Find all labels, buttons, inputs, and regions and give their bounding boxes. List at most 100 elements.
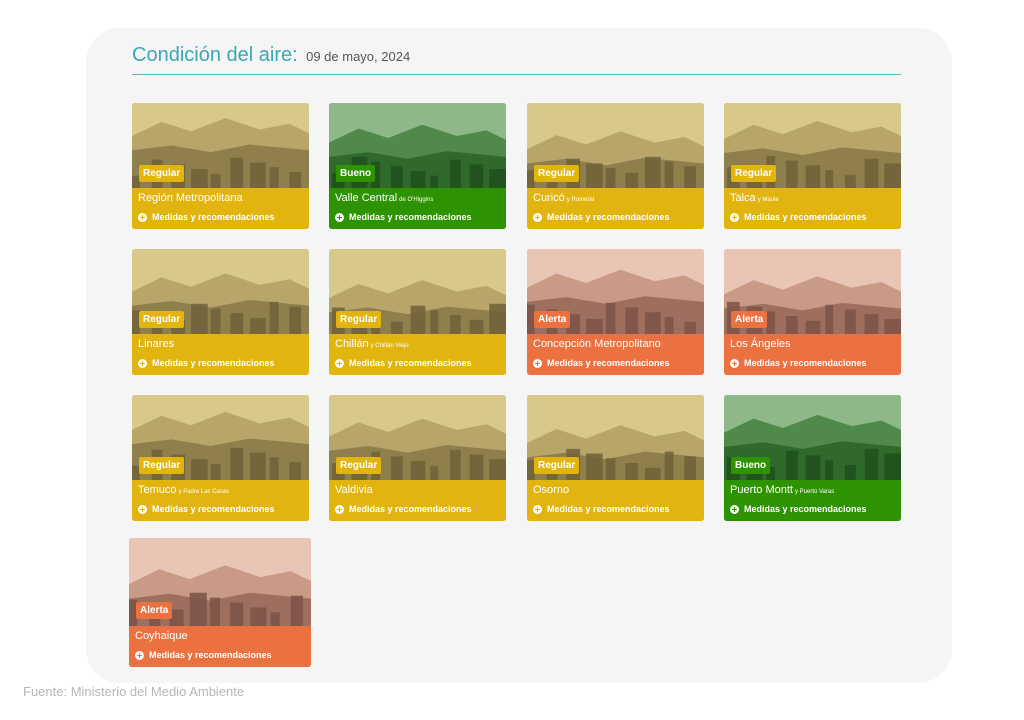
recommendations-link-text: Medidas y recomendaciones — [547, 358, 670, 368]
recommendations-link[interactable]: Medidas y recomendaciones — [138, 212, 275, 222]
recommendations-link-text: Medidas y recomendaciones — [744, 358, 867, 368]
city-name-text: Curicó — [533, 192, 565, 204]
city-card-osorno[interactable]: Regular Osorno Medidas y recomendaciones — [527, 395, 704, 521]
status-badge: Alerta — [136, 602, 173, 619]
status-badge: Alerta — [731, 311, 768, 328]
recommendations-link[interactable]: Medidas y recomendaciones — [138, 504, 275, 514]
plus-circle-icon — [533, 212, 542, 222]
recommendations-link[interactable]: Medidas y recomendaciones — [730, 212, 867, 222]
city-card-puerto-montt[interactable]: Bueno Puerto Montt y Puerto Varas Medidas y… — [724, 395, 901, 521]
plus-circle-icon — [335, 212, 344, 222]
recommendations-link-text: Medidas y recomendaciones — [152, 504, 275, 514]
recommendations-link[interactable]: Medidas y recomendaciones — [533, 504, 670, 514]
plus-circle-icon — [730, 212, 739, 222]
card-footer: Concepción Metropolitano Medidas y recome… — [527, 334, 704, 375]
status-badge: Regular — [139, 165, 185, 182]
city-card-curico[interactable]: Regular Curicó y Romeral Medidas y recomend… — [527, 103, 704, 229]
plus-circle-icon — [533, 358, 542, 368]
city-name-text: Temuco — [138, 484, 177, 496]
city-name: Región Metropolitana — [138, 192, 243, 204]
card-footer: Chillán y Chillán Viejo Medidas y recomend… — [329, 334, 506, 375]
city-name: Curicó y Romeral — [533, 192, 594, 204]
recommendations-link-text: Medidas y recomendaciones — [349, 504, 472, 514]
city-card-valle-central[interactable]: Bueno Valle Central de O'Higgins Medidas y … — [329, 103, 506, 229]
recommendations-link[interactable]: Medidas y recomendaciones — [138, 358, 275, 368]
recommendations-link[interactable]: Medidas y recomendaciones — [335, 504, 472, 514]
city-name: Los Ángeles — [730, 338, 791, 350]
city-name: Coyhaique — [135, 630, 188, 642]
page-title-date: 09 de mayo, 2024 — [306, 49, 411, 64]
recommendations-link-text: Medidas y recomendaciones — [349, 358, 472, 368]
recommendations-link[interactable]: Medidas y recomendaciones — [533, 212, 670, 222]
status-badge: Regular — [139, 457, 185, 474]
city-card-los-angeles[interactable]: Alerta Los Ángeles Medidas y recomendacion… — [724, 249, 901, 375]
city-name-text: Concepción Metropolitano — [533, 338, 661, 350]
card-footer: Osorno Medidas y recomendaciones — [527, 480, 704, 521]
recommendations-link[interactable]: Medidas y recomendaciones — [335, 212, 472, 222]
city-name-text: Linares — [138, 338, 175, 350]
city-card-talca[interactable]: Regular Talca y Maule Medidas y recomendaci… — [724, 103, 901, 229]
page-title: Condición del aire: 09 de mayo, 2024 — [132, 44, 901, 75]
city-card-temuco[interactable]: Regular Temuco y Padre Las Casas Medidas y … — [132, 395, 309, 521]
city-name-text: Talca — [730, 192, 756, 204]
card-footer: Curicó y Romeral Medidas y recomendaciones — [527, 188, 704, 229]
city-name-text: Coyhaique — [135, 630, 188, 642]
city-name: Puerto Montt y Puerto Varas — [730, 484, 834, 496]
city-name-text: Chillán — [335, 338, 369, 350]
recommendations-link-text: Medidas y recomendaciones — [547, 504, 670, 514]
card-footer: Linares Medidas y recomendaciones — [132, 334, 309, 375]
status-badge: Alerta — [534, 311, 571, 328]
city-name: Talca y Maule — [730, 192, 779, 204]
page-title-text: Condición del aire: — [132, 44, 298, 66]
status-badge: Regular — [336, 311, 382, 328]
city-card-chillan[interactable]: Regular Chillán y Chillán Viejo Medidas y r… — [329, 249, 506, 375]
city-name: Valle Central de O'Higgins — [335, 192, 433, 204]
status-badge: Regular — [731, 165, 777, 182]
city-name-text: Valle Central — [335, 192, 398, 204]
card-footer: Coyhaique Medidas y recomendaciones — [129, 626, 311, 667]
card-footer: Región Metropolitana Medidas y recomendac… — [132, 188, 309, 229]
status-badge: Regular — [534, 457, 580, 474]
status-badge: Regular — [139, 311, 185, 328]
city-card-linares[interactable]: Regular Linares Medidas y recomendaciones — [132, 249, 309, 375]
city-card-valdivia[interactable]: Regular Valdivia Medidas y recomendaciones — [329, 395, 506, 521]
plus-circle-icon — [138, 212, 147, 222]
city-name-text: Valdivia — [335, 484, 373, 496]
recommendations-link-text: Medidas y recomendaciones — [547, 212, 670, 222]
city-name-suffix: y Chillán Viejo — [370, 343, 409, 349]
recommendations-link[interactable]: Medidas y recomendaciones — [730, 358, 867, 368]
recommendations-link-text: Medidas y recomendaciones — [152, 358, 275, 368]
city-name-text: Osorno — [533, 484, 570, 496]
city-name-text: Región Metropolitana — [138, 192, 243, 204]
recommendations-link-text: Medidas y recomendaciones — [349, 212, 472, 222]
city-name-suffix: y Puerto Varas — [794, 489, 835, 495]
city-name: Linares — [138, 338, 174, 350]
city-name-suffix: y Maule — [757, 197, 779, 203]
city-card-concepcion[interactable]: Alerta Concepción Metropolitano Medidas y … — [527, 249, 704, 375]
plus-circle-icon — [730, 358, 739, 368]
recommendations-link-text: Medidas y recomendaciones — [744, 212, 867, 222]
recommendations-link[interactable]: Medidas y recomendaciones — [533, 358, 670, 368]
city-name-suffix: y Padre Las Casas — [178, 489, 230, 495]
plus-circle-icon — [335, 358, 344, 368]
city-name: Valdivia — [335, 484, 373, 496]
city-name: Temuco y Padre Las Casas — [138, 484, 229, 496]
status-badge: Bueno — [731, 457, 771, 474]
city-card-coyhaique[interactable]: Alerta Coyhaique Medidas y recomendaciones — [129, 538, 311, 667]
recommendations-link[interactable]: Medidas y recomendaciones — [335, 358, 472, 368]
card-footer: Los Ángeles Medidas y recomendaciones — [724, 334, 901, 375]
card-footer: Talca y Maule Medidas y recomendaciones — [724, 188, 901, 229]
plus-circle-icon — [138, 504, 147, 514]
plus-circle-icon — [138, 358, 147, 368]
status-badge: Bueno — [336, 165, 376, 182]
recommendations-link[interactable]: Medidas y recomendaciones — [730, 504, 867, 514]
status-badge: Regular — [336, 457, 382, 474]
status-badge: Regular — [534, 165, 580, 182]
city-name-text: Puerto Montt — [730, 484, 793, 496]
city-card-region-metropolitana[interactable]: Regular Región Metropolitana Medidas y rec… — [132, 103, 309, 229]
city-name: Concepción Metropolitano — [533, 338, 661, 350]
city-name-suffix: de O'Higgins — [399, 197, 434, 203]
recommendations-link[interactable]: Medidas y recomendaciones — [135, 650, 272, 660]
card-footer: Valdivia Medidas y recomendaciones — [329, 480, 506, 521]
plus-circle-icon — [335, 504, 344, 514]
